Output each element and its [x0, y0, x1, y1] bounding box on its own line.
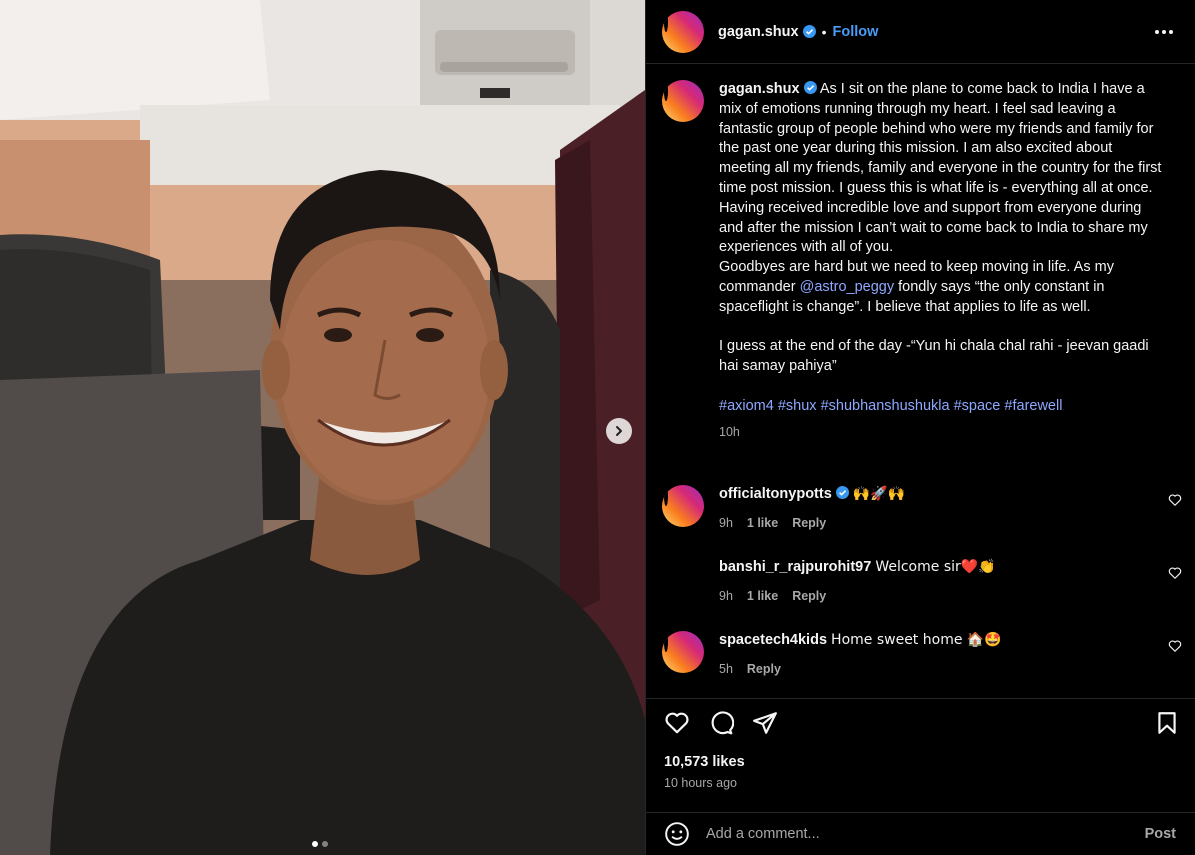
- post-author-row: gagan.shux • Follow: [718, 24, 878, 40]
- likes-count[interactable]: 10,573 likes: [664, 754, 745, 770]
- comment-text: 🙌🚀🙌: [852, 486, 906, 502]
- verified-badge-icon: [835, 486, 849, 499]
- commenter-username[interactable]: spacetech4kids: [719, 632, 827, 648]
- hashtag-link[interactable]: #shubhanshushukla: [821, 398, 950, 414]
- caption-username[interactable]: gagan.shux: [719, 81, 800, 97]
- reply-button[interactable]: Reply: [747, 660, 781, 679]
- commenter-avatar[interactable]: [662, 631, 704, 673]
- post-timestamp: 10 hours ago: [664, 776, 737, 790]
- caption-text-paragraph-2: Having received incredible love and supp…: [719, 199, 1148, 256]
- comment-body: spacetech4kids Home sweet home 🏠🤩 5h Rep…: [719, 631, 1149, 679]
- caption-blank-line: [719, 377, 1164, 397]
- hashtag-link[interactable]: #axiom4: [719, 398, 774, 414]
- emoji-icon[interactable]: [664, 821, 690, 847]
- comment-text: Welcome sir❤️👏: [875, 559, 996, 575]
- carousel-dot-active: [312, 841, 318, 847]
- mention-link[interactable]: @astro_peggy: [800, 279, 895, 295]
- verified-badge-icon: [802, 25, 816, 38]
- caption-text-paragraph-3: Goodbyes are hard but we need to keep mo…: [719, 259, 1114, 315]
- hashtag-link[interactable]: #shux: [778, 398, 817, 414]
- post-author-username[interactable]: gagan.shux: [718, 24, 799, 40]
- commenter-avatar[interactable]: [662, 558, 704, 600]
- comment-time: 9h: [719, 516, 733, 530]
- hashtag-link[interactable]: #space: [954, 398, 1001, 414]
- post-action-bar: [646, 698, 1195, 746]
- share-icon[interactable]: [752, 710, 778, 736]
- comment-composer: Post: [646, 812, 1195, 855]
- verified-badge-icon: [803, 81, 817, 94]
- caption-author-avatar[interactable]: [662, 80, 704, 122]
- post-details-panel: gagan.shux • Follow gagan.shux As I sit …: [645, 0, 1195, 855]
- heart-icon[interactable]: [664, 710, 690, 736]
- follow-button[interactable]: Follow: [832, 24, 878, 40]
- more-options-icon[interactable]: [1152, 22, 1176, 42]
- post-comment-button[interactable]: Post: [1145, 826, 1176, 842]
- commenter-username[interactable]: banshi_r_rajpurohit97: [719, 559, 871, 575]
- heart-icon[interactable]: [1168, 493, 1182, 507]
- save-icon[interactable]: [1154, 710, 1180, 736]
- comment-item: banshi_r_rajpurohit97 Welcome sir❤️👏 9h …: [662, 558, 1182, 606]
- comment-icon[interactable]: [708, 710, 734, 736]
- author-avatar[interactable]: [662, 10, 704, 53]
- reply-button[interactable]: Reply: [792, 514, 826, 533]
- caption-text-paragraph-4: I guess at the end of the day -“Yun hi c…: [719, 338, 1149, 375]
- reply-button[interactable]: Reply: [792, 587, 826, 606]
- selfie-photo-illustration: [0, 0, 645, 855]
- commenter-username[interactable]: officialtonypotts: [719, 486, 832, 502]
- comment-meta: 9h 1 like Reply: [719, 587, 1149, 606]
- commenter-avatar[interactable]: [662, 485, 704, 527]
- heart-icon[interactable]: [1168, 639, 1182, 653]
- comment-meta: 9h 1 like Reply: [719, 514, 1149, 533]
- hashtag-link[interactable]: #farewell: [1004, 398, 1062, 414]
- carousel-next-button[interactable]: [606, 418, 632, 444]
- heart-icon[interactable]: [1168, 566, 1182, 580]
- header-separator: •: [821, 23, 827, 40]
- comment-time: 5h: [719, 662, 733, 676]
- comment-meta: 5h Reply: [719, 660, 1149, 679]
- caption-text-paragraph-1: As I sit on the plane to come back to In…: [719, 81, 1162, 196]
- post-header: gagan.shux • Follow: [646, 0, 1195, 64]
- chevron-right-icon: [616, 426, 622, 436]
- carousel-indicator: [312, 841, 328, 847]
- comment-item: spacetech4kids Home sweet home 🏠🤩 5h Rep…: [662, 631, 1182, 679]
- hashtags: #axiom4 #shux #shubhanshushukla #space #…: [719, 397, 1164, 417]
- comment-body: banshi_r_rajpurohit97 Welcome sir❤️👏 9h …: [719, 558, 1149, 606]
- post-photo[interactable]: [0, 0, 645, 855]
- comment-item: officialtonypotts 🙌🚀🙌 9h 1 like Reply: [662, 485, 1182, 533]
- comments-scroll-area[interactable]: gagan.shux As I sit on the plane to come…: [646, 64, 1195, 698]
- caption-timestamp: 10h: [719, 424, 740, 439]
- comment-likes[interactable]: 1 like: [747, 514, 778, 533]
- comment-body: officialtonypotts 🙌🚀🙌 9h 1 like Reply: [719, 485, 1149, 533]
- caption-blank-line: [719, 318, 1164, 338]
- add-comment-input[interactable]: [706, 826, 1145, 842]
- post-caption: gagan.shux As I sit on the plane to come…: [662, 80, 1182, 442]
- caption-body: gagan.shux As I sit on the plane to come…: [719, 80, 1164, 442]
- comment-likes[interactable]: 1 like: [747, 587, 778, 606]
- carousel-dot: [322, 841, 328, 847]
- comment-text: Home sweet home 🏠🤩: [831, 632, 1002, 648]
- comment-time: 9h: [719, 589, 733, 603]
